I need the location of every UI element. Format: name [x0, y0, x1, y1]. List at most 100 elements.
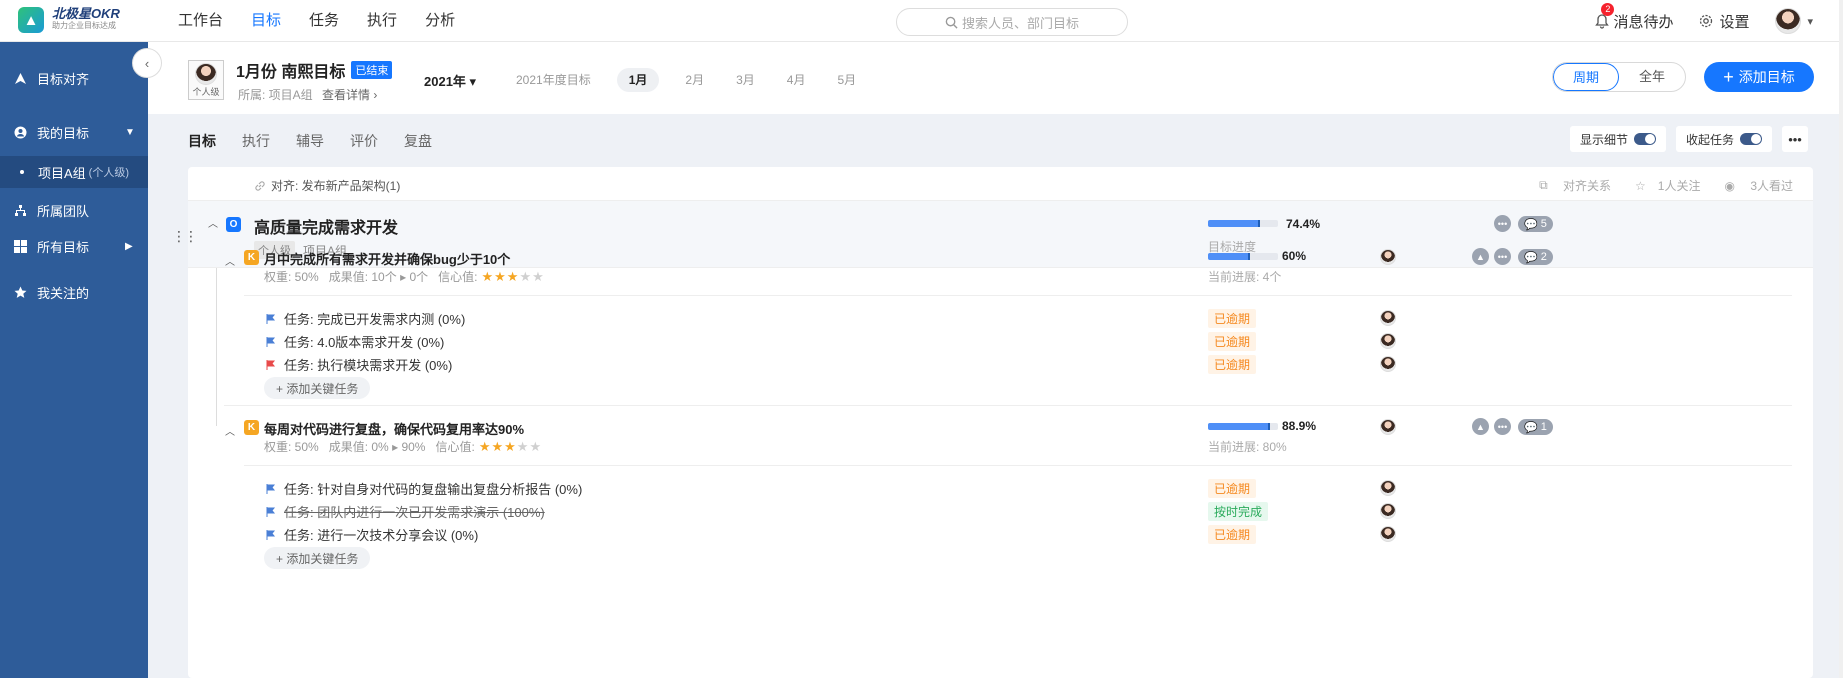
app-logo[interactable]: ▲ 北极星OKR 助力企业目标达成: [18, 7, 120, 33]
collapse-objective-icon[interactable]: ︿: [208, 215, 218, 230]
sidebar-item-team[interactable]: 所属团队: [0, 192, 148, 228]
add-key-task-button[interactable]: + 添加关键任务: [264, 377, 371, 399]
period-jan[interactable]: 1月: [616, 68, 660, 92]
star-outline-icon: ☆: [1635, 178, 1646, 193]
bullet-icon: [20, 170, 24, 174]
assignee-avatar[interactable]: [1380, 419, 1396, 435]
task-item[interactable]: 任务: 执行模块需求开发 (0%): [266, 355, 452, 374]
owner-avatar[interactable]: 个人级: [188, 60, 224, 100]
period-annual[interactable]: 2021年度目标: [510, 68, 597, 92]
task-assignee-avatar[interactable]: [1380, 503, 1396, 519]
scrollbar[interactable]: [1839, 0, 1843, 678]
task-item[interactable]: 任务: 4.0版本需求开发 (0%): [266, 332, 444, 351]
objective-more-button[interactable]: •••: [1494, 215, 1511, 232]
period-selector: 2021年度目标 1月 2月 3月 4月 5月: [510, 68, 882, 92]
tab-execution[interactable]: 执行: [242, 131, 270, 151]
task-assignee-avatar[interactable]: [1380, 480, 1396, 496]
nav-workbench[interactable]: 工作台: [178, 0, 223, 42]
tab-coaching[interactable]: 辅导: [296, 131, 324, 151]
main-nav: 工作台 目标 任务 执行 分析: [178, 0, 483, 42]
alignment-relation-link[interactable]: ⧉ 对齐关系: [1527, 177, 1611, 194]
drag-handle-icon[interactable]: ⋮⋮: [172, 228, 198, 245]
kr-more-button[interactable]: •••: [1494, 418, 1511, 435]
kr-comments-button[interactable]: 💬 1: [1518, 419, 1553, 435]
nav-execution[interactable]: 执行: [367, 0, 397, 42]
align-button[interactable]: ▲: [1472, 418, 1489, 435]
tab-review[interactable]: 复盘: [404, 131, 432, 151]
kr-progress-bar: [1208, 423, 1278, 430]
show-detail-toggle[interactable]: 显示细节: [1570, 126, 1667, 152]
sidebar-item-alignment[interactable]: 目标对齐: [0, 60, 148, 96]
objective-title[interactable]: 高质量完成需求开发: [254, 214, 398, 238]
kr-comments-button[interactable]: 💬 2: [1518, 249, 1553, 265]
sidebar-item-all-goals[interactable]: 所有目标 ▶: [0, 228, 148, 264]
task-assignee-avatar[interactable]: [1380, 333, 1396, 349]
search-input[interactable]: 搜索人员、部门目标: [896, 8, 1128, 36]
view-mode-year[interactable]: 全年: [1619, 63, 1685, 91]
kr-current-progress: 当前进展: 80%: [1208, 440, 1287, 454]
confidence-stars[interactable]: ★★★★★: [479, 439, 542, 455]
tab-evaluation[interactable]: 评价: [350, 131, 378, 151]
user-avatar: [1775, 8, 1802, 34]
comment-icon: 💬: [1524, 421, 1538, 434]
switch-icon: [1740, 133, 1763, 145]
view-mode-cycle[interactable]: 周期: [1553, 63, 1619, 91]
task-item[interactable]: 任务: 团队内进行一次已开发需求演示 (100%): [266, 502, 545, 521]
nav-analysis[interactable]: 分析: [425, 0, 455, 42]
kr-more-button[interactable]: •••: [1494, 248, 1511, 265]
caret-down-icon: ▼: [125, 126, 135, 138]
period-apr[interactable]: 4月: [781, 68, 812, 92]
align-button[interactable]: ▲: [1472, 248, 1489, 265]
year-select[interactable]: 2021年 ▾: [424, 71, 476, 90]
sidebar-item-project-a[interactable]: 项目A组 (个人级): [0, 156, 148, 188]
sidebar-collapse-button[interactable]: ‹: [132, 48, 162, 78]
goal-card: 对齐: 发布新产品架构(1) ⧉ 对齐关系 ☆ 1人关注 ◉ 3人看过 ︿ O 高…: [188, 167, 1813, 678]
sidebar-item-my-goals[interactable]: 我的目标 ▼: [0, 114, 148, 150]
sidebar-item-label: 我关注的: [37, 285, 90, 301]
key-result-icon: K: [244, 420, 259, 435]
avatar-level-label: 个人级: [192, 87, 220, 97]
follow-button[interactable]: ☆ 1人关注: [1623, 177, 1700, 194]
key-result-title[interactable]: 月中完成所有需求开发并确保bug少于10个: [264, 249, 510, 268]
assignee-avatar[interactable]: [1380, 249, 1396, 265]
period-may[interactable]: 5月: [831, 68, 862, 92]
notifications-button[interactable]: 2 消息待办: [1595, 2, 1673, 32]
sidebar-item-followed[interactable]: 我关注的: [0, 274, 148, 310]
task-item[interactable]: 任务: 进行一次技术分享会议 (0%): [266, 525, 478, 544]
objective-comments-button[interactable]: 💬 5: [1518, 216, 1553, 232]
nav-tasks[interactable]: 任务: [309, 0, 339, 42]
settings-button[interactable]: 设置: [1699, 11, 1749, 32]
confidence-stars[interactable]: ★★★★★: [482, 269, 545, 285]
period-feb[interactable]: 2月: [679, 68, 710, 92]
kr-progress-value: 60%: [1282, 249, 1307, 263]
logo-slogan: 助力企业目标达成: [52, 21, 116, 30]
task-item[interactable]: 任务: 完成已开发需求内测 (0%): [266, 309, 465, 328]
nav-goals[interactable]: 目标: [251, 0, 281, 42]
add-goal-button[interactable]: + 添加目标: [1704, 62, 1814, 92]
user-circle-icon: [14, 126, 27, 138]
arrow-right-icon: ▸: [392, 439, 399, 454]
more-options-button[interactable]: •••: [1782, 126, 1809, 152]
period-mar[interactable]: 3月: [730, 68, 761, 92]
task-assignee-avatar[interactable]: [1380, 356, 1396, 372]
flag-icon: [266, 529, 276, 540]
bell-icon: [1595, 13, 1610, 29]
user-menu[interactable]: ▾: [1775, 8, 1813, 34]
sidebar-item-label: 项目A组: [38, 165, 86, 181]
collapse-tasks-toggle[interactable]: 收起任务: [1676, 126, 1773, 152]
add-key-task-button[interactable]: + 添加关键任务: [264, 547, 371, 569]
gear-icon: [1700, 14, 1713, 28]
task-item[interactable]: 任务: 针对自身对代码的复盘输出复盘分析报告 (0%): [266, 479, 582, 498]
objective-type-icon: O: [226, 217, 241, 232]
collapse-kr-icon[interactable]: ︿: [225, 423, 235, 438]
key-result-title[interactable]: 每周对代码进行复盘，确保代码复用率达90%: [264, 419, 524, 438]
task-assignee-avatar[interactable]: [1380, 526, 1396, 542]
collapse-kr-icon[interactable]: ︿: [225, 253, 235, 268]
search-icon: [945, 16, 958, 29]
objective-progress-bar: [1208, 220, 1278, 227]
view-detail-link[interactable]: 查看详情 ›: [322, 88, 377, 102]
tab-goals[interactable]: 目标: [188, 131, 216, 151]
task-assignee-avatar[interactable]: [1380, 310, 1396, 326]
goal-header: 个人级 1月份 南熙目标 已结束 所属: 项目A组 查看详情 › 2021年 ▾…: [148, 42, 1843, 114]
alignment-text[interactable]: 对齐: 发布新产品架构(1): [271, 177, 400, 194]
